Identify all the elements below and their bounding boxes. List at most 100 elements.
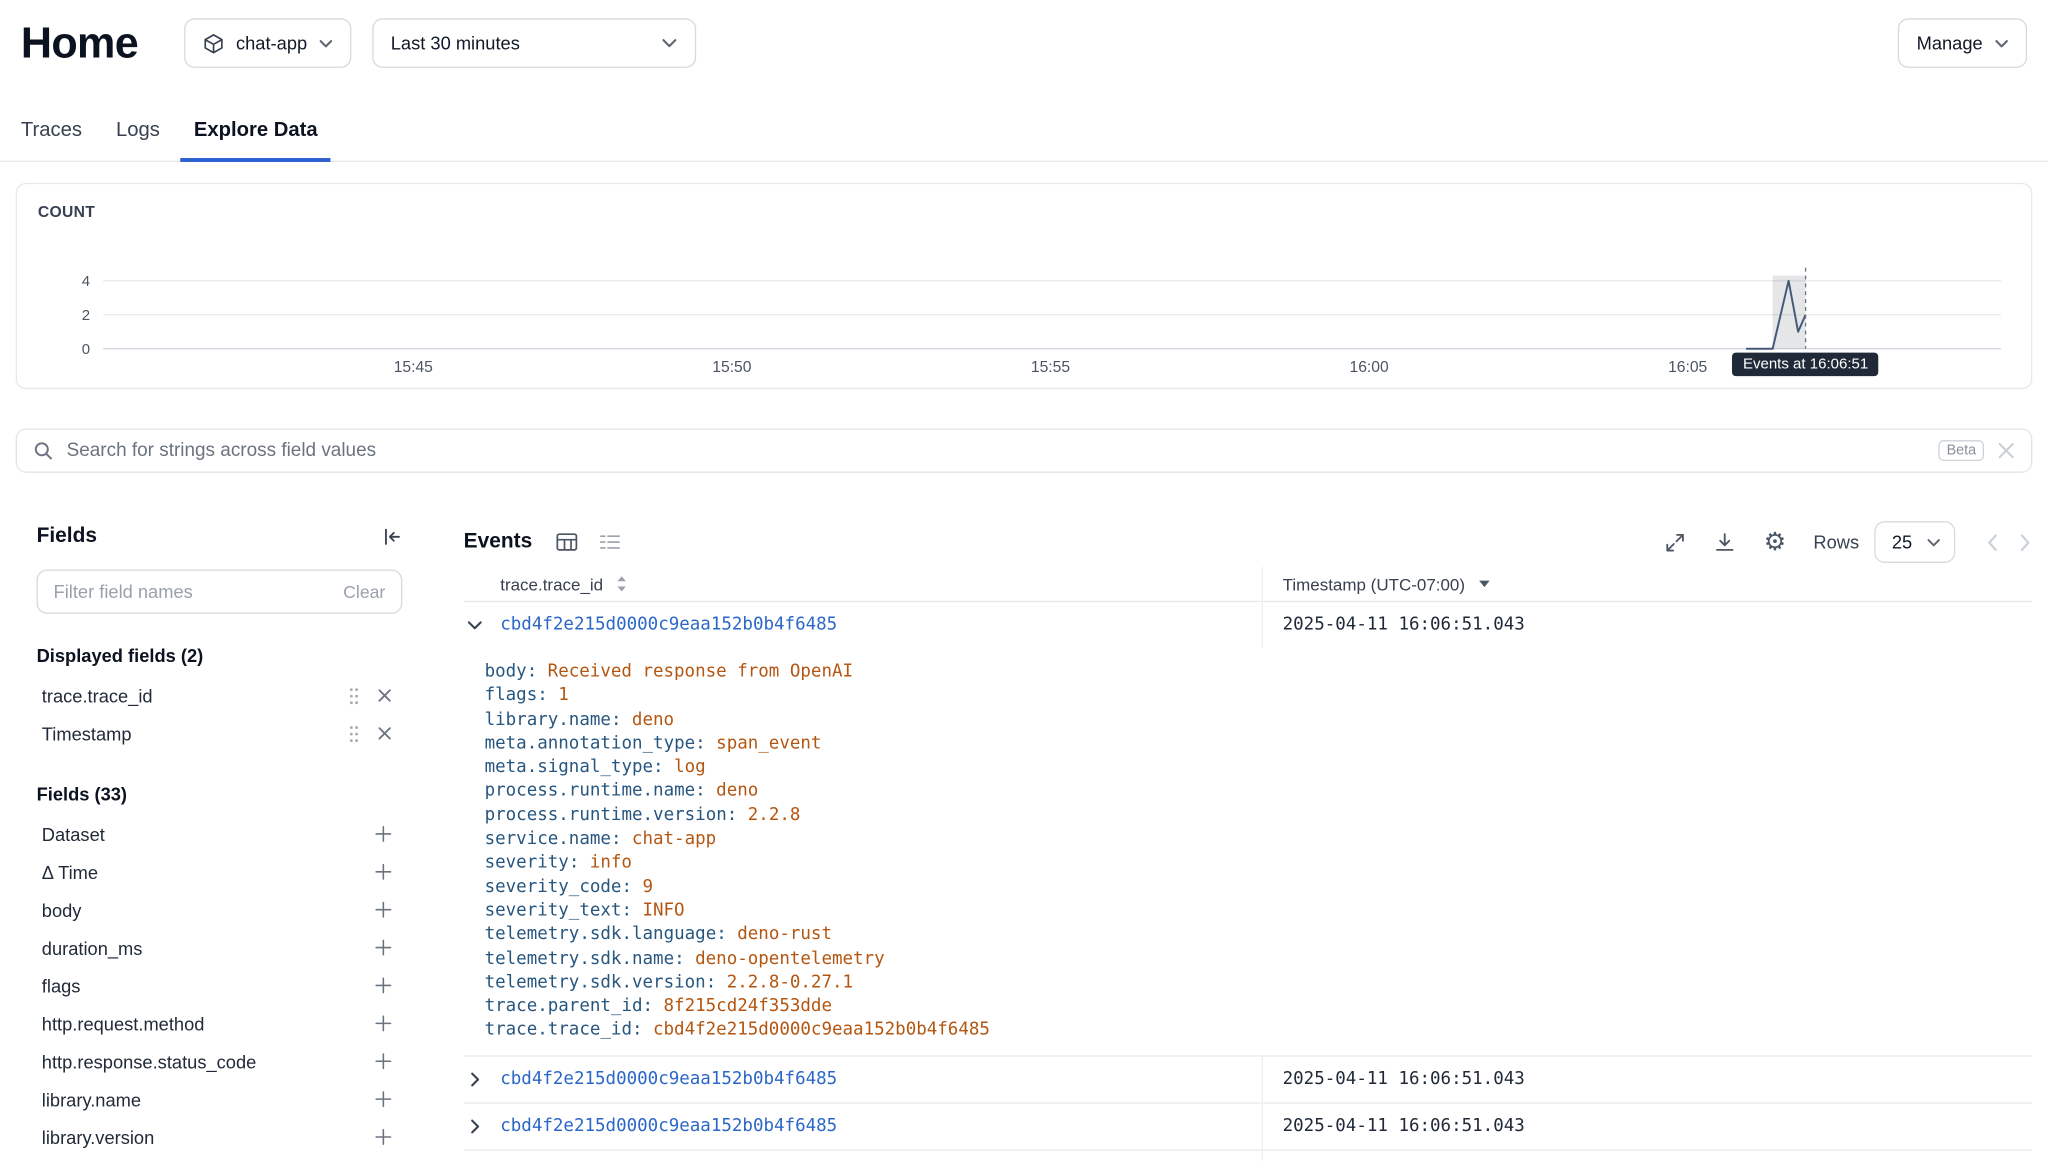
attribute-key: service.name <box>485 829 622 849</box>
prev-page-button[interactable] <box>1985 532 1998 552</box>
add-field-icon[interactable] <box>375 901 392 918</box>
field-row[interactable]: Dataset <box>37 815 403 853</box>
caret-down-icon[interactable] <box>1478 580 1490 588</box>
clear-search-button[interactable] <box>1997 441 2015 459</box>
time-range-selector[interactable]: Last 30 minutes <box>372 18 696 68</box>
field-filter-input[interactable] <box>54 581 333 602</box>
field-name: library.name <box>42 1089 141 1110</box>
attribute-key: flags <box>485 686 548 706</box>
event-row[interactable]: cbd4f2e215d0000c9eaa152b0b4f6485 2025-04… <box>464 1102 2033 1149</box>
field-row[interactable]: Δ Time <box>37 853 403 891</box>
search-input[interactable] <box>67 440 1926 461</box>
attribute-key: severity_code <box>485 877 632 897</box>
manage-button[interactable]: Manage <box>1898 18 2027 68</box>
field-name: Δ Time <box>42 861 98 882</box>
clear-filter-button[interactable]: Clear <box>343 582 385 602</box>
table-header-row: trace.trace_id Timestamp (UTC-07:00) <box>464 567 2033 601</box>
expand-icon[interactable] <box>1664 531 1686 553</box>
settings-gear-icon[interactable]: ⚙ <box>1764 530 1786 555</box>
attribute-value: chat-app <box>632 829 716 849</box>
table-view-button[interactable] <box>556 530 580 554</box>
displayed-field-row[interactable]: Timestamp <box>37 714 403 752</box>
add-field-icon[interactable] <box>375 1091 392 1108</box>
rows-per-page-select[interactable]: 25 <box>1875 521 1955 563</box>
field-name: trace.trace_id <box>42 685 153 706</box>
sort-icon[interactable] <box>615 575 628 593</box>
event-attribute: process.runtime.version 2.2.8 <box>485 804 2033 828</box>
attribute-value: 2.2.8 <box>748 806 801 826</box>
event-row[interactable]: cbd4f2e215d0000c9eaa152b0b4f6485 2025-04… <box>464 1149 2033 1161</box>
field-row[interactable]: flags <box>37 967 403 1005</box>
all-fields-list: Dataset Δ Time <box>37 815 403 1156</box>
event-attribute: severity_textINFO <box>485 900 2033 924</box>
package-icon <box>202 32 224 54</box>
all-fields-title: Fields (33) <box>37 784 403 805</box>
attribute-key: trace.trace_id <box>485 1021 643 1041</box>
count-chart[interactable]: 02415:4515:5015:5516:0016:05 Events at 1… <box>38 223 2010 382</box>
list-view-button[interactable] <box>599 530 623 554</box>
rows-per-page-value: 25 <box>1892 532 1912 553</box>
add-field-icon[interactable] <box>375 863 392 880</box>
dataset-selector[interactable]: chat-app <box>184 18 352 68</box>
column-header-timestamp[interactable]: Timestamp (UTC-07:00) <box>1283 574 1465 594</box>
attribute-key: telemetry.sdk.language <box>485 925 727 945</box>
svg-text:16:00: 16:00 <box>1349 359 1388 376</box>
trace-id-link[interactable]: cbd4f2e215d0000c9eaa152b0b4f6485 <box>500 1069 837 1089</box>
field-row[interactable]: library.version <box>37 1118 403 1156</box>
remove-field-icon[interactable] <box>377 688 391 702</box>
attribute-value: INFO <box>642 901 684 921</box>
attribute-value: span_event <box>716 734 821 754</box>
expand-row-chevron-icon[interactable] <box>464 1120 501 1132</box>
collapse-panel-button[interactable] <box>381 526 402 547</box>
event-row[interactable]: cbd4f2e215d0000c9eaa152b0b4f6485 2025-04… <box>464 1055 2033 1102</box>
drag-handle-icon[interactable] <box>349 724 359 742</box>
drag-handle-icon[interactable] <box>349 686 359 704</box>
expand-row-chevron-icon[interactable] <box>464 1073 501 1085</box>
trace-id-link[interactable]: cbd4f2e215d0000c9eaa152b0b4f6485 <box>500 615 837 635</box>
field-row[interactable]: duration_ms <box>37 929 403 967</box>
time-range-label: Last 30 minutes <box>391 33 520 54</box>
manage-button-label: Manage <box>1917 33 1983 54</box>
next-page-button[interactable] <box>2019 532 2032 552</box>
collapse-row-chevron-icon[interactable] <box>464 619 501 631</box>
collapsed-event-rows: cbd4f2e215d0000c9eaa152b0b4f6485 2025-04… <box>464 1055 2033 1161</box>
attribute-key: meta.signal_type <box>485 758 664 778</box>
field-row[interactable]: library.name <box>37 1080 403 1118</box>
svg-text:15:55: 15:55 <box>1031 359 1070 376</box>
download-icon[interactable] <box>1714 531 1736 553</box>
tab[interactable]: Traces <box>8 108 95 162</box>
attribute-value: 1 <box>558 686 569 706</box>
column-header-trace-id[interactable]: trace.trace_id <box>500 574 603 594</box>
attribute-key: telemetry.sdk.version <box>485 973 717 993</box>
event-attribute: trace.parent_id8f215cd24f353dde <box>485 995 2033 1019</box>
add-field-icon[interactable] <box>375 1015 392 1032</box>
chevron-down-icon <box>1927 537 1941 546</box>
add-field-icon[interactable] <box>375 1053 392 1070</box>
event-attribute: flags 1 <box>485 685 2033 709</box>
beta-badge: Beta <box>1939 440 1984 461</box>
attribute-key: process.runtime.version <box>485 806 738 826</box>
event-timestamp: 2025-04-11 16:06:51.043 <box>1283 1069 1525 1089</box>
field-row[interactable]: http.request.method <box>37 1004 403 1042</box>
field-name: Timestamp <box>42 723 132 744</box>
attribute-key: body <box>485 662 538 682</box>
tab[interactable]: Logs <box>103 108 173 162</box>
attribute-value: 2.2.8-0.27.1 <box>727 973 853 993</box>
field-row[interactable]: body <box>37 891 403 929</box>
event-attribute: library.namedeno <box>485 709 2033 733</box>
add-field-icon[interactable] <box>375 977 392 994</box>
add-field-icon[interactable] <box>375 825 392 842</box>
add-field-icon[interactable] <box>375 1128 392 1145</box>
remove-field-icon[interactable] <box>377 726 391 740</box>
displayed-field-row[interactable]: trace.trace_id <box>37 677 403 715</box>
event-attribute: telemetry.sdk.namedeno-opentelemetry <box>485 948 2033 972</box>
svg-text:0: 0 <box>82 341 90 358</box>
trace-id-link[interactable]: cbd4f2e215d0000c9eaa152b0b4f6485 <box>500 1116 837 1136</box>
tab[interactable]: Explore Data <box>181 108 331 162</box>
add-field-icon[interactable] <box>375 939 392 956</box>
event-row[interactable]: cbd4f2e215d0000c9eaa152b0b4f6485 2025-04… <box>464 601 2033 648</box>
attribute-key: severity <box>485 853 580 873</box>
field-row[interactable]: http.response.status_code <box>37 1042 403 1080</box>
chart-canvas: 02415:4515:5015:5516:0016:05 <box>38 223 2013 382</box>
field-name: body <box>42 899 82 920</box>
